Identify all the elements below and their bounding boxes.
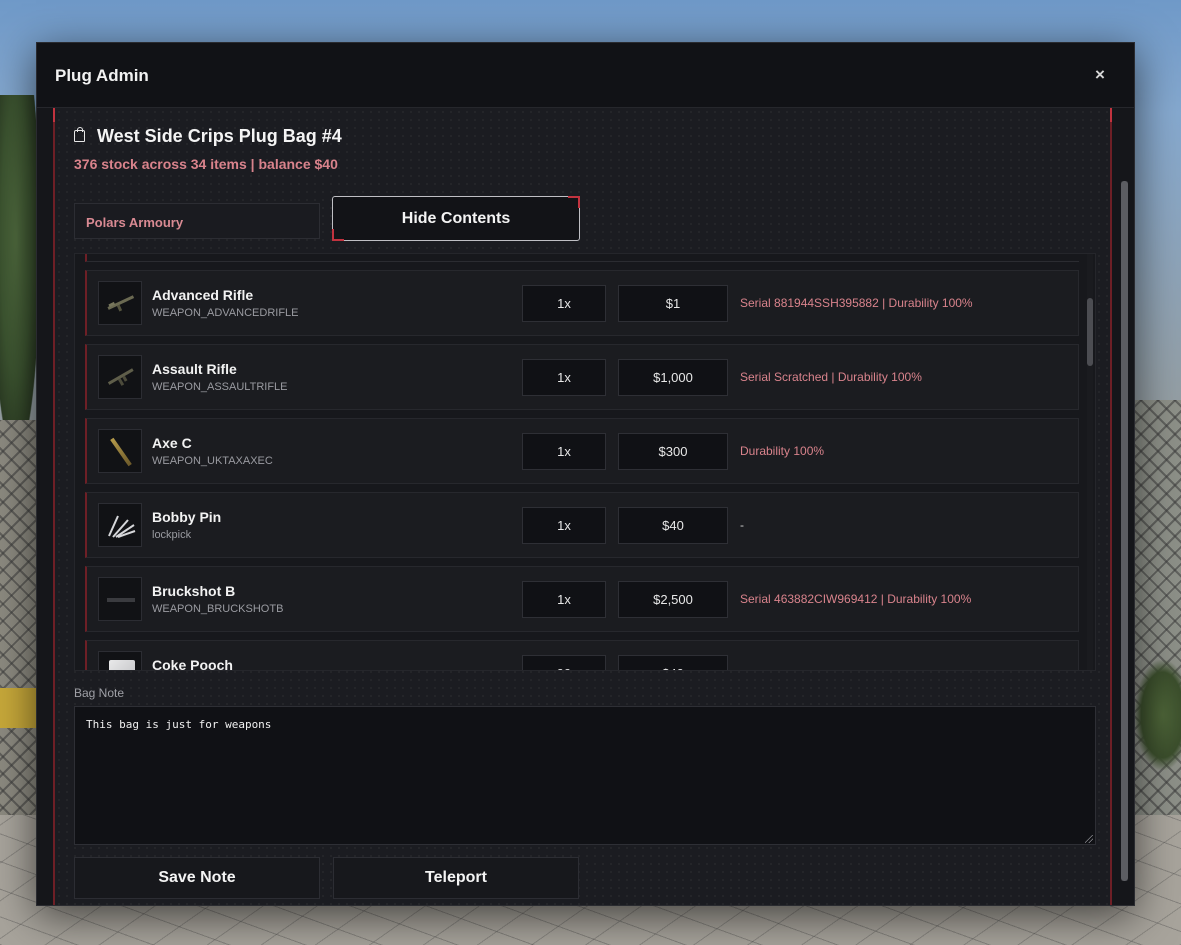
item-row: Bruckshot B WEAPON_BRUCKSHOTB 1x $2,500 …	[85, 566, 1079, 632]
advanced-rifle-image	[98, 281, 142, 325]
bag-note-input[interactable]: This bag is just for weapons	[74, 706, 1096, 845]
item-code: WEAPON_ASSAULTRIFLE	[152, 381, 288, 393]
hide-contents-button[interactable]: Hide Contents	[332, 196, 580, 241]
item-info: Durability 100%	[740, 444, 825, 458]
shotgun-icon	[107, 598, 135, 602]
item-quantity[interactable]: 1x	[522, 581, 606, 618]
item-info: -	[740, 518, 744, 532]
close-icon[interactable]: ×	[1090, 65, 1110, 85]
background-tree	[0, 95, 40, 455]
item-row: Coke Pooch 99 $40	[85, 640, 1079, 671]
location-select[interactable]: Polars Armoury	[74, 203, 320, 239]
assault-rifle-image	[98, 355, 142, 399]
item-info: Serial 881944SSH395882 | Durability 100%	[740, 296, 973, 310]
coke-pouch-image	[98, 651, 142, 670]
item-row: Advanced Rifle WEAPON_ADVANCEDRIFLE 1x $…	[85, 270, 1079, 336]
bag-note-label: Bag Note	[74, 686, 125, 700]
item-name: Coke Pooch	[152, 657, 233, 671]
item-code: WEAPON_UKTAXAXEC	[152, 455, 273, 467]
items-scrollbar-thumb[interactable]	[1087, 298, 1093, 366]
item-quantity[interactable]: 1x	[522, 507, 606, 544]
item-code: lockpick	[152, 529, 192, 541]
item-price[interactable]: $1	[618, 285, 728, 322]
save-note-button[interactable]: Save Note	[74, 857, 320, 899]
item-name: Axe C	[152, 435, 192, 451]
item-info: Serial 463882CIW969412 | Durability 100%	[740, 592, 972, 606]
item-name: Bruckshot B	[152, 583, 236, 599]
item-quantity[interactable]: 1x	[522, 359, 606, 396]
item-price[interactable]: $40	[618, 655, 728, 670]
bobby-pin-image	[98, 503, 142, 547]
bag-title: West Side Crips Plug Bag #4	[97, 126, 342, 146]
shotgun-image	[98, 577, 142, 621]
item-row: Axe C WEAPON_UKTAXAXEC 1x $300 Durabilit…	[85, 418, 1079, 484]
resize-grip-icon[interactable]	[1085, 835, 1093, 843]
rifle-icon	[107, 368, 134, 386]
item-price[interactable]: $1,000	[618, 359, 728, 396]
modal-title: Plug Admin	[55, 66, 149, 85]
background-fence-left	[0, 420, 40, 840]
item-row: Bobby Pin lockpick 1x $40 -	[85, 492, 1079, 558]
bag-summary: 376 stock across 34 items | balance $40	[74, 156, 338, 172]
item-price[interactable]: $300	[618, 433, 728, 470]
list-item-partial	[85, 254, 1079, 262]
item-code: WEAPON_ADVANCEDRIFLE	[152, 307, 299, 319]
background-yellow-barrier	[0, 688, 40, 728]
pouch-icon	[109, 660, 135, 670]
bag-icon	[74, 127, 85, 142]
modal-scrollbar-thumb[interactable]	[1121, 181, 1128, 881]
item-price[interactable]: $2,500	[618, 581, 728, 618]
lockpick-icon	[108, 515, 136, 538]
item-quantity[interactable]: 99	[522, 655, 606, 670]
item-quantity[interactable]: 1x	[522, 285, 606, 322]
item-name: Advanced Rifle	[152, 287, 254, 303]
item-quantity[interactable]: 1x	[522, 433, 606, 470]
teleport-button[interactable]: Teleport	[333, 857, 579, 899]
modal-header: Plug Admin ×	[37, 43, 1134, 108]
item-price[interactable]: $40	[618, 507, 728, 544]
background-bush	[1135, 660, 1181, 770]
item-name: Assault Rifle	[152, 361, 237, 377]
bag-content: West Side Crips Plug Bag #4 376 stock ac…	[53, 108, 1112, 905]
axe-icon	[110, 437, 132, 467]
item-row: Assault Rifle WEAPON_ASSAULTRIFLE 1x $1,…	[85, 344, 1079, 410]
axe-image	[98, 429, 142, 473]
items-list: Advanced Rifle WEAPON_ADVANCEDRIFLE 1x $…	[74, 253, 1096, 671]
item-name: Bobby Pin	[152, 509, 222, 525]
plug-admin-modal: Plug Admin × West Side Crips Plug Bag #4…	[36, 42, 1135, 906]
item-code: WEAPON_BRUCKSHOTB	[152, 603, 284, 615]
rifle-icon	[107, 295, 135, 312]
item-info: Serial Scratched | Durability 100%	[740, 370, 922, 384]
